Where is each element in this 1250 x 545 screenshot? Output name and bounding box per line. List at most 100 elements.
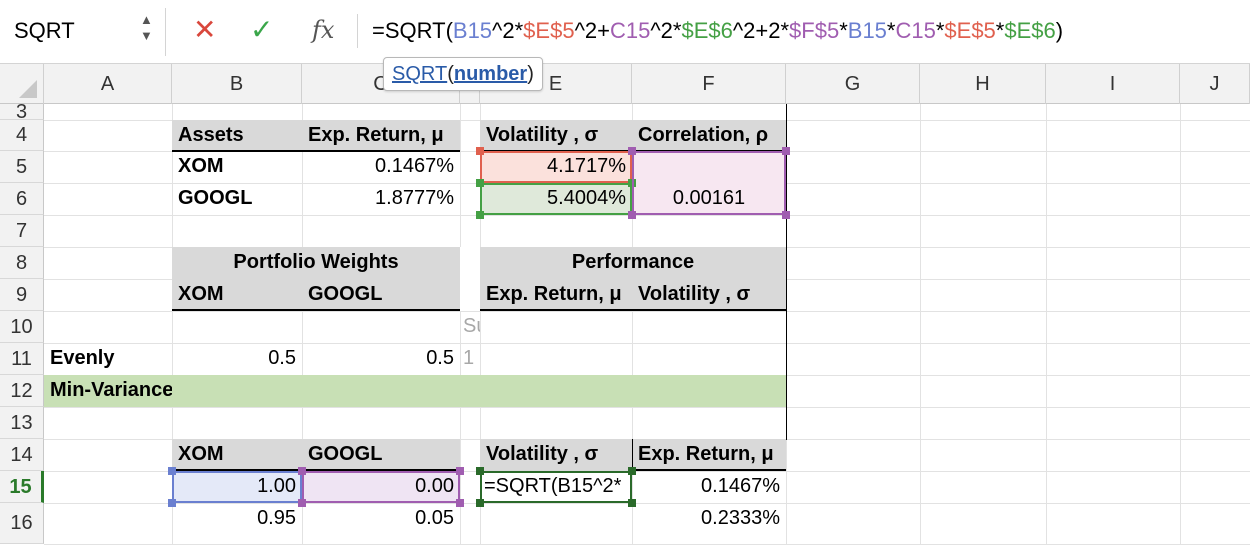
ref-box-b15-handle[interactable] bbox=[168, 499, 176, 507]
cell-a12[interactable]: Min-Variance bbox=[44, 375, 172, 407]
active-cell-e15-handle[interactable] bbox=[476, 499, 484, 507]
name-box-value: SQRT bbox=[14, 18, 75, 43]
cell-c16[interactable]: 0.05 bbox=[302, 503, 460, 544]
select-all-corner[interactable] bbox=[0, 64, 44, 104]
cell-f16[interactable]: 0.2333% bbox=[632, 503, 786, 544]
cell-d10[interactable]: Sum bbox=[460, 311, 480, 343]
name-box-dropdown-icon[interactable]: ▲ ▼ bbox=[140, 12, 153, 44]
formula-segment: * bbox=[839, 18, 848, 43]
ref-box-c15-handle[interactable] bbox=[298, 499, 306, 507]
cell-d11[interactable]: 1 bbox=[460, 343, 480, 375]
tooltip-argument-link[interactable]: number bbox=[454, 63, 527, 85]
grid-line bbox=[1046, 104, 1047, 544]
formula-segment: ^2* bbox=[492, 18, 524, 43]
formula-input[interactable]: =SQRT(B15^2*$E$5^2+C15^2*$E$6^2+2*$F$5*B… bbox=[372, 18, 1063, 44]
cell-e8[interactable]: Performance bbox=[480, 247, 786, 279]
cell-f15[interactable]: 0.1467% bbox=[632, 471, 786, 503]
row-header-6[interactable]: 6 bbox=[0, 183, 44, 215]
row-header-10[interactable]: 10 bbox=[0, 311, 44, 343]
cell-c11[interactable]: 0.5 bbox=[302, 343, 460, 375]
ref-box-c15 bbox=[302, 471, 460, 503]
ref-box-f5-handle[interactable] bbox=[628, 147, 636, 155]
column-header-g[interactable]: G bbox=[786, 64, 920, 104]
row-header-12[interactable]: 12 bbox=[0, 375, 44, 407]
row-header-13[interactable]: 13 bbox=[0, 407, 44, 439]
formula-segment: C15 bbox=[609, 18, 651, 43]
column-header-j[interactable]: J bbox=[1180, 64, 1250, 104]
row-header-14[interactable]: 14 bbox=[0, 439, 44, 471]
cell-f9[interactable]: Volatility , σ bbox=[632, 279, 786, 311]
name-box[interactable]: SQRT ▲ ▼ bbox=[0, 8, 166, 56]
ref-box-f5-handle[interactable] bbox=[628, 211, 636, 219]
cell-b16[interactable]: 0.95 bbox=[172, 503, 302, 544]
row-header-8[interactable]: 8 bbox=[0, 247, 44, 279]
ref-box-f5-handle[interactable] bbox=[782, 147, 790, 155]
row-header-3[interactable]: 3 bbox=[0, 102, 44, 122]
formula-segment: =SQRT( bbox=[372, 18, 453, 43]
formula-segment: ^2+2* bbox=[732, 18, 790, 43]
cell-f4[interactable]: Correlation, ρ bbox=[632, 120, 786, 151]
cell-b8[interactable]: Portfolio Weights bbox=[172, 247, 460, 279]
cell-b14[interactable]: XOM bbox=[172, 439, 302, 471]
formula-segment: B15 bbox=[847, 18, 887, 43]
ref-box-e5-handle[interactable] bbox=[476, 147, 484, 155]
formula-segment: $E$6 bbox=[681, 18, 733, 43]
row-header-5[interactable]: 5 bbox=[0, 151, 44, 183]
tooltip-function-link[interactable]: SQRT bbox=[392, 63, 447, 85]
cell-c14[interactable]: GOOGL bbox=[302, 439, 460, 471]
formula-segment: $E$5 bbox=[523, 18, 575, 43]
column-header-a[interactable]: A bbox=[44, 64, 172, 104]
gap-fill bbox=[460, 247, 480, 311]
ref-box-f5-handle[interactable] bbox=[782, 211, 790, 219]
formula-segment: C15 bbox=[895, 18, 936, 43]
enter-icon[interactable]: ✓ bbox=[250, 14, 273, 46]
formula-segment: $E$5 bbox=[944, 18, 996, 43]
row-header-11[interactable]: 11 bbox=[0, 343, 44, 375]
active-cell-e15-handle[interactable] bbox=[628, 499, 636, 507]
ref-box-e6-handle[interactable] bbox=[476, 211, 484, 219]
cell-b11[interactable]: 0.5 bbox=[172, 343, 302, 375]
cell-a11[interactable]: Evenly bbox=[44, 343, 172, 375]
cell-b6[interactable]: GOOGL bbox=[172, 183, 302, 215]
tooltip-open-paren: ( bbox=[447, 63, 454, 85]
ref-box-e6-handle[interactable] bbox=[476, 179, 484, 187]
formula-divider bbox=[357, 14, 358, 48]
column-header-f[interactable]: F bbox=[632, 64, 786, 104]
cell-c6[interactable]: 1.8777% bbox=[302, 183, 460, 215]
cell-c9[interactable]: GOOGL bbox=[302, 279, 460, 311]
formula-segment: ) bbox=[1055, 18, 1064, 43]
cell-e14[interactable]: Volatility , σ bbox=[480, 439, 632, 471]
cell-e4[interactable]: Volatility , σ bbox=[480, 120, 632, 151]
row-header-15[interactable]: 15 bbox=[0, 471, 44, 503]
formula-segment: $E$6 bbox=[1004, 18, 1056, 43]
cell-b9[interactable]: XOM bbox=[172, 279, 302, 311]
ref-box-c15-handle[interactable] bbox=[298, 467, 306, 475]
cell-b4[interactable]: Assets bbox=[172, 120, 302, 151]
row-header-16[interactable]: 16 bbox=[0, 503, 44, 544]
ref-box-c15-handle[interactable] bbox=[456, 467, 464, 475]
cell-e9[interactable]: Exp. Return, μ bbox=[480, 279, 632, 311]
formula-segment: ^2+ bbox=[574, 18, 610, 43]
cell-b5[interactable]: XOM bbox=[172, 151, 302, 183]
function-tooltip: SQRT(number) bbox=[383, 57, 543, 91]
row-header-4[interactable]: 4 bbox=[0, 120, 44, 151]
ref-box-c15-handle[interactable] bbox=[456, 499, 464, 507]
ref-box-b15-handle[interactable] bbox=[168, 467, 176, 475]
grid-line bbox=[44, 311, 1250, 312]
column-header-b[interactable]: B bbox=[172, 64, 302, 104]
row-header-7[interactable]: 7 bbox=[0, 215, 44, 247]
cell-c4[interactable]: Exp. Return, μ bbox=[302, 120, 460, 151]
active-cell-e15-handle[interactable] bbox=[476, 467, 484, 475]
column-header-h[interactable]: H bbox=[920, 64, 1046, 104]
insert-function-icon[interactable]: fx bbox=[312, 14, 334, 46]
column-header-i[interactable]: I bbox=[1046, 64, 1180, 104]
row-header-9[interactable]: 9 bbox=[0, 279, 44, 311]
grid-line bbox=[1180, 104, 1181, 544]
cancel-icon[interactable]: ✕ bbox=[193, 14, 216, 46]
active-cell-e15-handle[interactable] bbox=[628, 467, 636, 475]
ref-box-b15 bbox=[172, 471, 302, 503]
cell-f14[interactable]: Exp. Return, μ bbox=[632, 439, 786, 471]
grid-line bbox=[44, 215, 1250, 216]
formula-segment: ^2* bbox=[650, 18, 682, 43]
cell-c5[interactable]: 0.1467% bbox=[302, 151, 460, 183]
